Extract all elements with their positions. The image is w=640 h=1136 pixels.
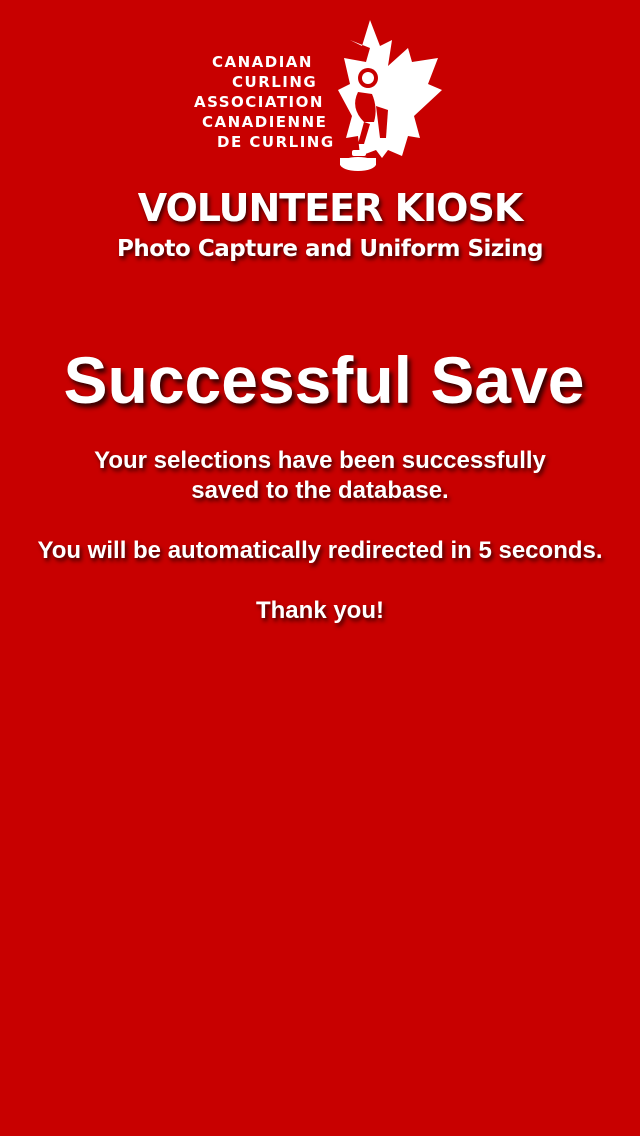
cca-logo: CANADIAN CURLING ASSOCIATION CANADIENNE … — [190, 18, 450, 178]
logo-wordmark: CANADIAN CURLING ASSOCIATION CANADIENNE … — [190, 52, 350, 152]
logo-line: DE CURLING — [217, 133, 335, 151]
thank-you-text: Thank you! — [255, 597, 384, 624]
logo-line: CANADIAN — [212, 53, 313, 71]
logo-line: CURLING — [232, 73, 318, 91]
maple-leaf-curler-icon — [338, 20, 442, 171]
success-headline: Successful Save — [63, 343, 585, 417]
redirect-notice: You will be automatically redirected in … — [37, 537, 603, 564]
logo-line: ASSOCIATION — [194, 93, 324, 111]
kiosk-subtitle: Photo Capture and Uniform Sizing — [117, 236, 544, 262]
logo-line: CANADIENNE — [202, 113, 328, 131]
success-message-line2: saved to the database. — [191, 477, 449, 504]
kiosk-title: VOLUNTEER KIOSK — [137, 186, 524, 230]
success-message-line1: Your selections have been successfully — [94, 447, 546, 474]
